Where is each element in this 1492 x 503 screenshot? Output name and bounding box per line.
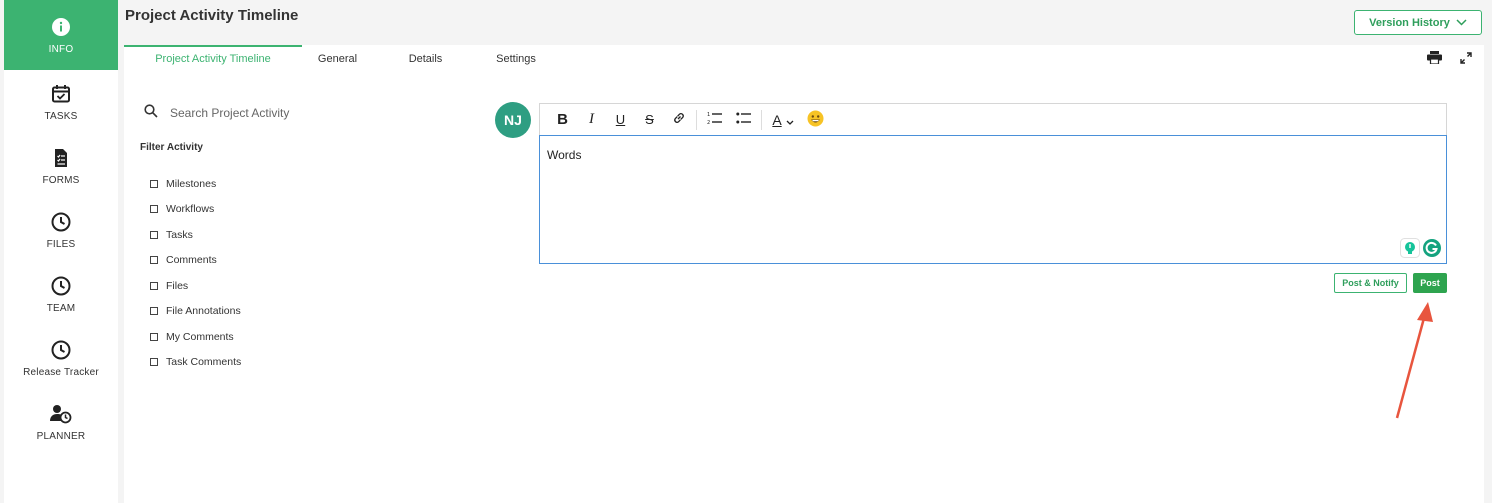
bullet-list-button[interactable] — [729, 105, 758, 135]
svg-text:1: 1 — [707, 112, 710, 118]
filter-label: Tasks — [166, 228, 193, 241]
filter-my-comments[interactable]: My Comments — [150, 324, 241, 350]
version-history-label: Version History — [1369, 16, 1450, 29]
avatar: NJ — [495, 102, 531, 138]
tab-general[interactable]: General — [302, 45, 373, 73]
info-icon — [50, 16, 72, 38]
filter-label: Task Comments — [166, 356, 242, 369]
version-history-button[interactable]: Version History — [1354, 10, 1482, 35]
emoji-button[interactable] — [801, 105, 830, 135]
expand-icon[interactable] — [1460, 51, 1472, 69]
filter-files[interactable]: Files — [150, 273, 241, 299]
checkbox[interactable] — [150, 358, 158, 367]
toolbar-divider — [761, 109, 762, 130]
form-document-icon — [50, 147, 72, 169]
tab-settings[interactable]: Settings — [478, 45, 554, 73]
filter-label: Files — [166, 279, 189, 292]
font-color-button[interactable]: A — [765, 105, 801, 135]
sidebar-item-forms[interactable]: FORMS — [4, 134, 118, 198]
sidebar-item-label: TEAM — [46, 302, 76, 314]
svg-text:2: 2 — [707, 120, 710, 125]
sidebar-item-label: FORMS — [42, 174, 80, 186]
page-title: Project Activity Timeline — [125, 7, 299, 24]
sidebar: INFO TASKS FORMS FILES TEAM Release Trac… — [4, 0, 118, 503]
editor-content: Words — [547, 148, 582, 162]
sidebar-item-label: Release Tracker — [23, 366, 99, 378]
lightbulb-icon[interactable] — [1400, 238, 1420, 261]
chevron-down-icon — [1456, 17, 1467, 29]
checkbox[interactable] — [150, 256, 158, 265]
filter-label: Milestones — [166, 177, 217, 190]
link-icon — [672, 111, 686, 128]
checkbox[interactable] — [150, 205, 158, 214]
filter-file-annotations[interactable]: File Annotations — [150, 299, 241, 325]
font-color-label: A — [772, 111, 782, 128]
print-icon[interactable] — [1427, 51, 1442, 69]
post-and-notify-button[interactable]: Post & Notify — [1334, 273, 1407, 293]
tab-bar: Project Activity Timeline General Detail… — [124, 45, 554, 73]
filter-tasks[interactable]: Tasks — [150, 222, 241, 248]
strikethrough-button[interactable]: S — [635, 105, 664, 135]
filter-workflows[interactable]: Workflows — [150, 197, 241, 223]
tab-details[interactable]: Details — [373, 45, 478, 73]
toolbar-divider — [696, 109, 697, 130]
bullet-list-icon — [735, 111, 752, 128]
comment-editor[interactable]: Words — [539, 135, 1447, 264]
checkbox[interactable] — [150, 230, 158, 239]
italic-button[interactable]: I — [577, 105, 606, 135]
main-panel: Project Activity Timeline General Detail… — [124, 45, 1484, 503]
checkbox[interactable] — [150, 307, 158, 316]
emoji-icon — [807, 110, 824, 130]
sidebar-item-tasks[interactable]: TASKS — [4, 70, 118, 134]
sidebar-item-label: TASKS — [44, 110, 78, 122]
filter-label: Workflows — [166, 203, 215, 216]
sidebar-item-label: INFO — [48, 43, 74, 55]
sidebar-item-info[interactable]: INFO — [4, 0, 118, 70]
bold-button[interactable]: B — [548, 105, 577, 135]
search-bar — [144, 103, 444, 123]
tab-project-activity-timeline[interactable]: Project Activity Timeline — [124, 45, 302, 73]
checkbox[interactable] — [150, 281, 158, 290]
filter-comments[interactable]: Comments — [150, 248, 241, 274]
sidebar-item-planner[interactable]: PLANNER — [4, 390, 118, 454]
checkbox[interactable] — [150, 332, 158, 341]
filter-milestones[interactable]: Milestones — [150, 171, 241, 197]
filter-title: Filter Activity — [140, 142, 203, 153]
clock-icon — [50, 339, 72, 361]
sidebar-item-label: PLANNER — [36, 430, 86, 442]
filter-label: My Comments — [166, 330, 234, 343]
ordered-list-button[interactable]: 12 — [700, 105, 729, 135]
filter-list: Milestones Workflows Tasks Comments File… — [150, 171, 241, 375]
chevron-down-icon — [786, 112, 794, 128]
app-window: INFO TASKS FORMS FILES TEAM Release Trac… — [0, 0, 1492, 503]
filter-label: Comments — [166, 254, 217, 267]
search-input[interactable] — [170, 106, 370, 120]
ordered-list-icon: 12 — [707, 111, 723, 128]
top-icon-group — [1427, 51, 1472, 69]
clock-icon — [50, 211, 72, 233]
sidebar-item-label: FILES — [46, 238, 76, 250]
search-icon — [144, 103, 158, 123]
sidebar-item-files[interactable]: FILES — [4, 198, 118, 262]
post-button[interactable]: Post — [1413, 273, 1447, 293]
underline-button[interactable]: U — [606, 105, 635, 135]
grammarly-widget — [1400, 238, 1442, 261]
sidebar-item-team[interactable]: TEAM — [4, 262, 118, 326]
calendar-check-icon — [50, 83, 72, 105]
checkbox[interactable] — [150, 179, 158, 188]
user-clock-icon — [50, 403, 72, 425]
filter-label: File Annotations — [166, 305, 241, 318]
editor-toolbar: B I U S 12 A — [539, 103, 1447, 135]
grammarly-icon[interactable] — [1422, 238, 1442, 261]
sidebar-item-release-tracker[interactable]: Release Tracker — [4, 326, 118, 390]
filter-task-comments[interactable]: Task Comments — [150, 350, 241, 376]
link-button[interactable] — [664, 105, 693, 135]
clock-icon — [50, 275, 72, 297]
